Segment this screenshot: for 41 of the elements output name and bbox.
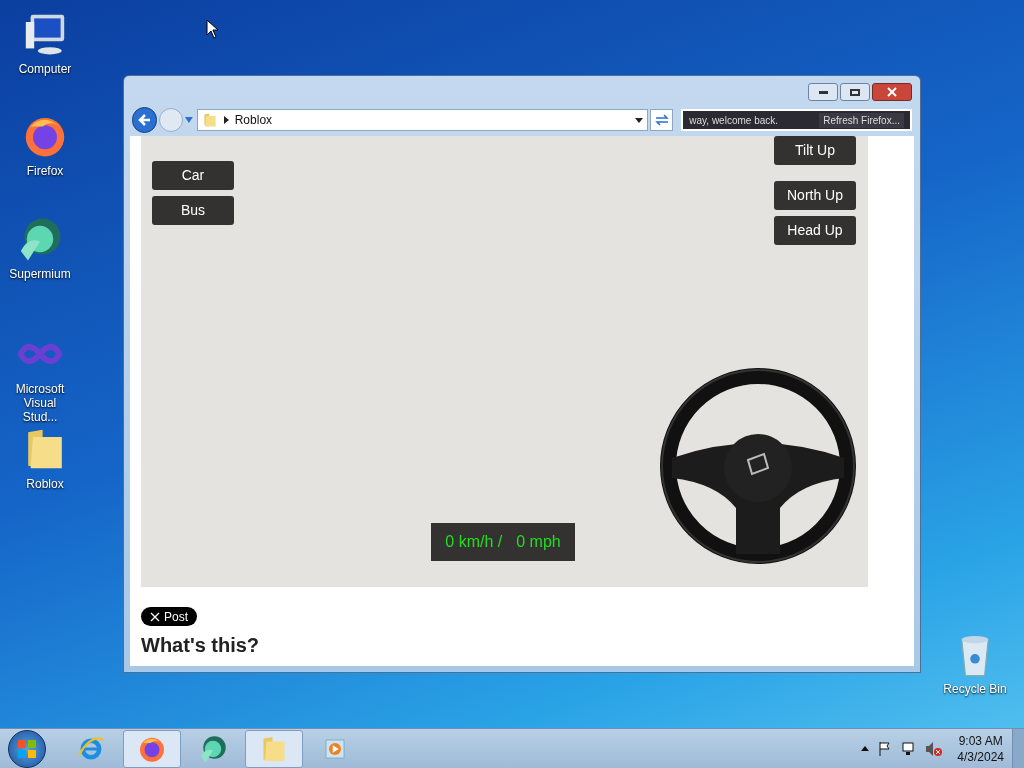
start-button[interactable]	[8, 729, 46, 768]
dropdown-caret-icon[interactable]	[634, 117, 643, 123]
desktop-icon-label[interactable]: Computer	[18, 62, 72, 76]
close-icon	[887, 87, 897, 97]
post-button[interactable]: Post	[141, 607, 197, 626]
address-text: Roblox	[234, 112, 273, 129]
taskbar-app-button[interactable]	[123, 729, 181, 768]
muted-speaker-icon[interactable]	[925, 740, 944, 757]
map-view-button[interactable]: Head Up	[774, 216, 856, 245]
speed-kmh: 0 km/h /	[445, 532, 503, 552]
map-area[interactable]: Car Bus Tilt Up North Up Head Up 0 km/h / 0 mph	[141, 136, 868, 587]
desktop-icon-label[interactable]: Roblox	[26, 477, 64, 491]
clock-date[interactable]: 4/3/2024	[957, 748, 1004, 765]
refresh-button[interactable]	[649, 109, 674, 131]
x-logo-icon	[150, 611, 160, 622]
breadcrumb-arrow-icon	[223, 116, 229, 124]
refresh-arrows-icon	[654, 114, 669, 126]
folder-icon	[201, 112, 218, 128]
show-hidden-icons-icon[interactable]	[861, 746, 870, 751]
refresh-firefox-button[interactable]: Refresh Firefox...	[819, 112, 904, 128]
address-bar[interactable]: Roblox	[196, 109, 648, 131]
speed-mph: 0 mph	[516, 532, 561, 552]
mouse-cursor-icon	[206, 19, 218, 39]
section-heading: What's this?	[140, 634, 261, 656]
maximize-button[interactable]	[840, 83, 870, 101]
vehicle-button[interactable]: Car	[152, 161, 234, 190]
back-button[interactable]	[132, 107, 158, 133]
notification-text: way, welcome back.	[689, 113, 779, 128]
desktop-icon-label[interactable]: Microsoft Visual Stud...	[5, 382, 75, 424]
map-view-button[interactable]: Tilt Up	[774, 136, 856, 165]
vehicle-button[interactable]: Bus	[152, 196, 234, 225]
steering-wheel-drawing[interactable]	[660, 368, 856, 564]
clock-time[interactable]: 9:03 AM	[958, 732, 1003, 749]
desktop-icon-label[interactable]: Firefox	[26, 164, 64, 178]
globe-icon	[198, 733, 228, 764]
minimize-button[interactable]	[808, 83, 838, 101]
close-button[interactable]	[872, 83, 912, 101]
back-arrow-icon	[137, 113, 152, 127]
map-view-button[interactable]: North Up	[774, 181, 856, 210]
desktop-icon-label[interactable]: Supermium	[9, 267, 71, 281]
windows-logo-icon	[18, 739, 36, 758]
